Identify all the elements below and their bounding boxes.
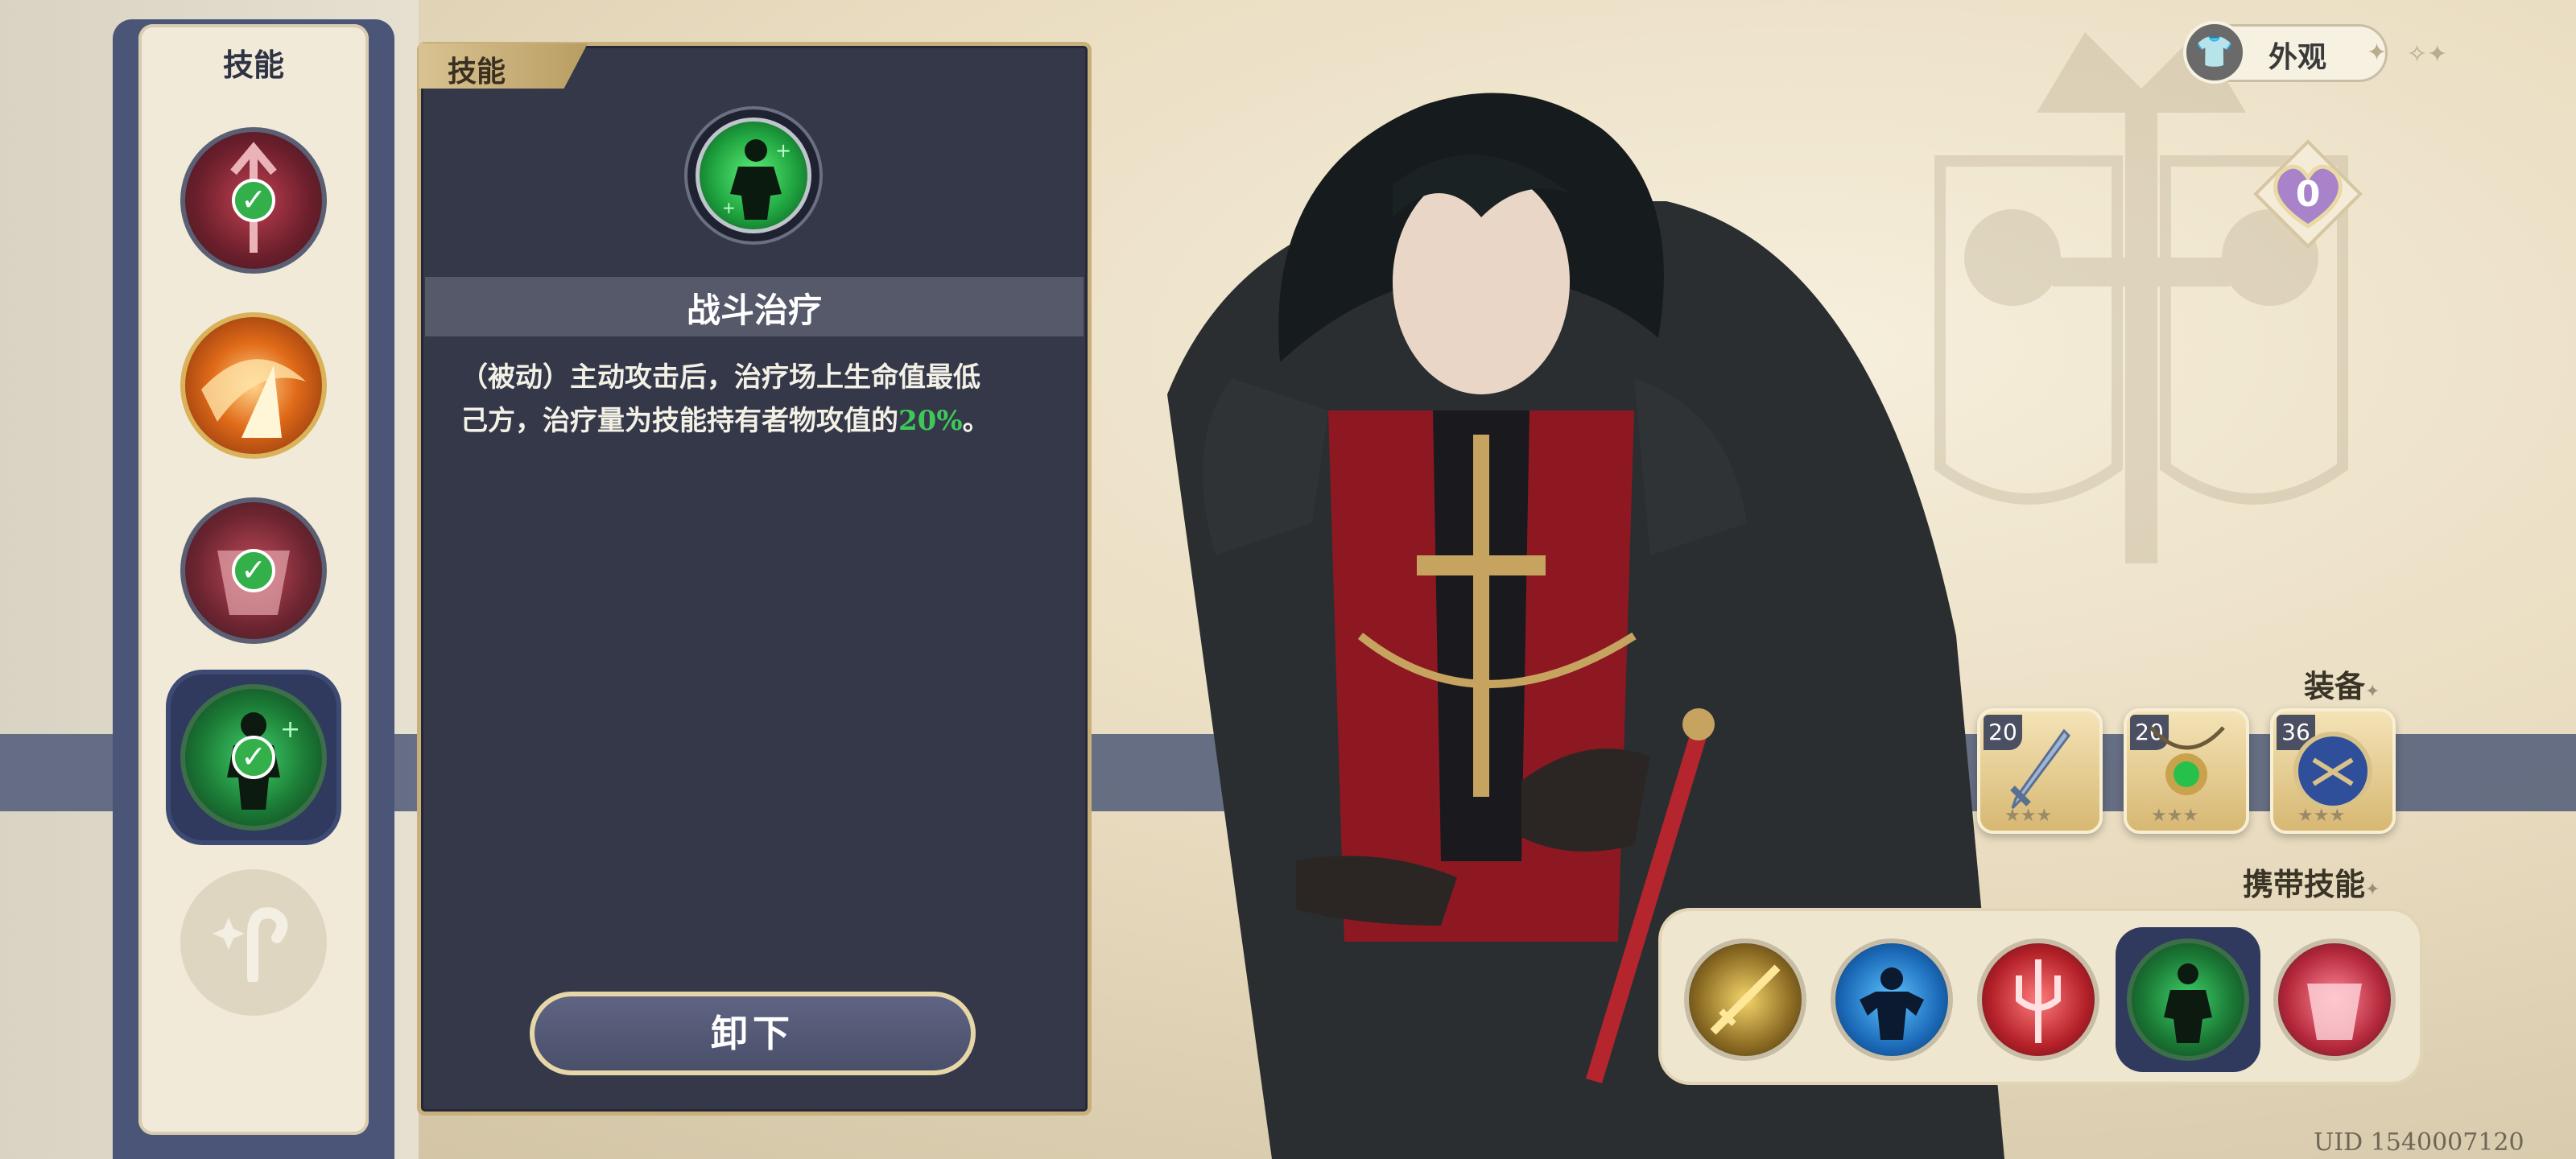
- equipment-stars: ★★★: [2004, 806, 2053, 826]
- skill-slot-crimson-spear[interactable]: ✓: [180, 127, 327, 274]
- carried-skills-title: 携带技能✦: [2243, 860, 2380, 904]
- equipment-slot-accessory[interactable]: 20 ★★★: [2124, 708, 2249, 834]
- sparkle-icon: ✦: [2365, 880, 2380, 900]
- skill-description-suffix: 。: [962, 405, 990, 437]
- blue-strength-icon: [1860, 967, 1924, 1040]
- heal-figure-icon: + +: [722, 139, 791, 220]
- unequip-button[interactable]: 卸下: [530, 992, 976, 1075]
- skill-description-line1: （被动）主动攻击后，治疗场上生命值最低: [460, 361, 980, 394]
- sparkle-icon: ✦: [2365, 682, 2380, 702]
- skill-description: （被动）主动攻击后，治疗场上生命值最低 己方，治疗量为技能持有者物攻值的20%。: [460, 356, 1056, 443]
- heal-percentage: 20%: [898, 405, 963, 437]
- carried-skill-golden-sword[interactable]: [1684, 938, 1806, 1061]
- outfit-icon: 👕: [2183, 21, 2246, 84]
- golden-sword-icon: [1710, 964, 1781, 1035]
- carried-skill-battle-heal[interactable]: [2127, 938, 2249, 1061]
- equipment-title: 装备✦: [2304, 662, 2380, 706]
- empty-staff-icon: [213, 907, 288, 982]
- panel-tab-label: 技能: [448, 55, 506, 89]
- appearance-label: 外观: [2268, 40, 2327, 74]
- skill-description-line2-text: 己方，治疗量为技能持有者物攻值的: [460, 405, 898, 437]
- skill-slot-empty[interactable]: [180, 869, 327, 1016]
- svg-text:+: +: [722, 198, 736, 217]
- equipped-check-icon: ✓: [232, 736, 275, 779]
- svg-text:+: +: [280, 716, 300, 744]
- affection-heart-badge[interactable]: 0: [2248, 134, 2368, 254]
- skill-slot-battle-heal[interactable]: + ✓: [180, 684, 327, 831]
- affection-count: 0: [2296, 174, 2321, 215]
- skill-strip-title: 技能: [222, 47, 284, 83]
- carried-skill-blue-strength[interactable]: [1831, 938, 1953, 1061]
- equipment-stars: ★★★: [2297, 806, 2346, 826]
- golden-burst-icon: [201, 359, 306, 438]
- red-trident-icon: [2016, 959, 2061, 1043]
- sparkle-icon: ✧✦: [2407, 40, 2448, 68]
- svg-text:+: +: [775, 139, 791, 162]
- carried-skill-red-trident[interactable]: [1977, 938, 2099, 1061]
- skill-slot-golden-burst[interactable]: [180, 312, 327, 459]
- battle-heal-icon: + +: [696, 118, 811, 233]
- equipment-slot-emblem[interactable]: 36 ★★★: [2270, 708, 2396, 834]
- user-id: UID 1540007120: [2314, 1128, 2524, 1157]
- skill-name: 战斗治疗: [686, 291, 822, 330]
- carried-skill-red-armor[interactable]: [2273, 938, 2396, 1061]
- skill-slot-crimson-armor[interactable]: ✓: [180, 497, 327, 644]
- sparkle-icon: ✦: [2367, 39, 2388, 67]
- red-armor-icon: [2307, 984, 2362, 1040]
- equipment-stars: ★★★: [2151, 806, 2199, 826]
- skill-description-line2: 己方，治疗量为技能持有者物攻值的20%。: [460, 399, 1056, 443]
- carried-skills-title-text: 携带技能: [2243, 866, 2366, 902]
- equipment-slot-weapon[interactable]: 20 ★★★: [1977, 708, 2103, 834]
- equipped-check-icon: ✓: [232, 549, 275, 592]
- equipment-title-text: 装备: [2304, 668, 2366, 704]
- green-heal-icon: [2164, 963, 2212, 1043]
- equipped-check-icon: ✓: [232, 179, 275, 222]
